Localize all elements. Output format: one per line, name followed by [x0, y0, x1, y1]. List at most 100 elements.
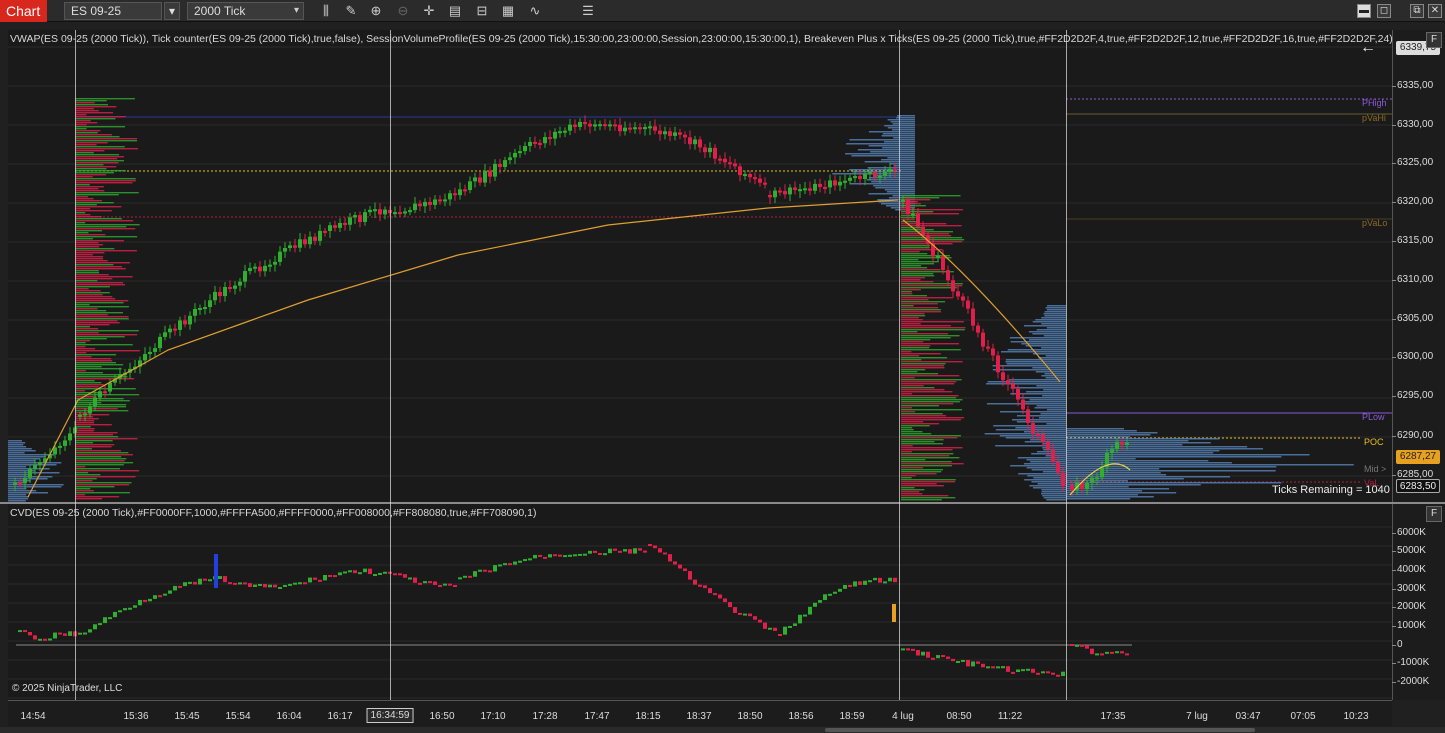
candle-body — [668, 131, 672, 136]
tile-icon[interactable]: ⧉ — [1410, 4, 1424, 18]
footprint-bar — [75, 304, 90, 306]
candle-body — [838, 181, 842, 186]
cvd-axis-tick: 5000K — [1392, 545, 1426, 556]
volume-profile-bar — [1066, 474, 1167, 476]
footprint-bar — [75, 324, 110, 326]
footprint-bar — [75, 486, 115, 488]
footprint-bar — [75, 170, 126, 172]
candle-body — [368, 209, 372, 213]
footprint-bar — [901, 373, 939, 375]
footprint-bar — [75, 214, 91, 216]
footprint-bar — [75, 340, 91, 342]
footprint-bar — [901, 441, 935, 443]
candle-body — [248, 268, 252, 272]
footprint-bar — [901, 361, 963, 363]
cvd-candle — [273, 584, 277, 588]
candle-body — [278, 251, 282, 262]
footprint-bar — [75, 490, 94, 492]
properties-icon[interactable]: ⊟ — [472, 2, 492, 20]
cvd-panel-f-button[interactable]: F — [1426, 506, 1442, 522]
cvd-panel[interactable] — [8, 504, 1392, 700]
candle-body — [533, 141, 537, 144]
volume-profile-bar — [1042, 495, 1066, 497]
volume-profile-bar — [849, 169, 915, 171]
candle-body — [178, 320, 182, 330]
time-axis-label: 15:54 — [225, 711, 251, 722]
footprint-bar — [901, 481, 956, 483]
strategies-icon[interactable]: ▦ — [498, 2, 518, 20]
price-panel[interactable] — [8, 30, 1392, 502]
footprint-bar — [901, 281, 934, 283]
data-box-icon[interactable]: ▤ — [445, 2, 465, 20]
volume-profile-bar — [868, 193, 915, 195]
footprint-bar — [75, 404, 127, 406]
footprint-bar — [75, 478, 97, 480]
footprint-bar — [75, 294, 103, 296]
cvd-candle — [648, 544, 652, 546]
candle-body — [188, 315, 192, 325]
pencil-icon[interactable]: ✎ — [341, 2, 361, 20]
footprint-bar — [901, 233, 950, 235]
session-divider-line — [75, 30, 76, 700]
footprint-bar — [901, 443, 943, 445]
templates-icon[interactable]: ☰ — [578, 2, 598, 20]
bar-type-selector[interactable]: 2000 Tick ▾ — [187, 2, 304, 20]
cvd-indicator-label: CVD(ES 09-25 (2000 Tick),#FF0000FF,1000,… — [10, 507, 537, 519]
volume-profile-bar — [1043, 389, 1066, 391]
candle-body — [58, 445, 62, 448]
minimize-icon[interactable]: ▬ — [1357, 4, 1371, 18]
volume-profile-bar — [8, 452, 25, 454]
instrument-dropdown-button[interactable]: ▾ — [164, 2, 180, 20]
footprint-bar — [75, 310, 107, 312]
candle-body — [23, 477, 27, 484]
candle-body — [218, 291, 222, 297]
footprint-bar — [75, 156, 124, 158]
chart-app-tab[interactable]: Chart — [0, 0, 47, 22]
volume-profile-bar — [1041, 317, 1066, 319]
time-axis-label: 17:35 — [1100, 711, 1126, 722]
time-axis-label: 18:56 — [788, 711, 814, 722]
cvd-candle — [168, 590, 172, 594]
candle-body — [1115, 441, 1119, 450]
footprint-bar — [901, 457, 960, 459]
zoom-out-icon[interactable]: ⊖ — [393, 2, 413, 20]
volume-profile-bar — [893, 137, 915, 139]
volume-profile-bar — [1066, 472, 1161, 474]
last-price-flag: 6287,27 — [1396, 450, 1440, 464]
indicators-icon[interactable]: ∿ — [525, 2, 545, 20]
footprint-bar — [75, 204, 97, 206]
candle-body — [323, 230, 327, 233]
cvd-candle — [838, 588, 842, 592]
zoom-in-icon[interactable]: ⊕ — [366, 2, 386, 20]
volume-profile-bar — [1045, 355, 1066, 357]
footprint-bar — [75, 188, 99, 190]
candle-body — [498, 163, 502, 168]
candle-body — [976, 325, 980, 333]
close-icon[interactable]: ✕ — [1428, 4, 1442, 18]
cvd-candle — [43, 638, 47, 641]
crosshair-icon[interactable]: ✛ — [419, 2, 439, 20]
candle-body — [608, 124, 612, 127]
instrument-value: ES 09-25 — [71, 4, 122, 18]
cvd-candle — [768, 627, 772, 630]
footprint-bar — [901, 345, 931, 347]
restore-icon[interactable]: ◻ — [1377, 4, 1391, 18]
bar-chart-icon[interactable]: ⫼ — [316, 2, 336, 20]
footprint-bar — [901, 461, 952, 463]
cvd-candle — [1100, 653, 1104, 656]
candle-body — [663, 131, 667, 135]
volume-profile-bar — [1042, 447, 1066, 449]
footprint-bar — [75, 370, 86, 372]
scrollbar-thumb[interactable] — [825, 728, 1255, 732]
time-axis-label: 18:59 — [839, 711, 865, 722]
volume-profile-bar — [984, 433, 1066, 435]
candle-body — [488, 170, 492, 177]
candle-body — [1011, 384, 1015, 389]
volume-profile-bar — [8, 448, 32, 450]
cvd-candle — [668, 554, 672, 562]
candle-body — [483, 170, 487, 183]
instrument-selector[interactable]: ES 09-25 — [64, 2, 162, 20]
candle-body — [258, 266, 262, 272]
price-panel-f-button[interactable]: F — [1426, 32, 1442, 48]
footprint-bar — [901, 277, 925, 279]
